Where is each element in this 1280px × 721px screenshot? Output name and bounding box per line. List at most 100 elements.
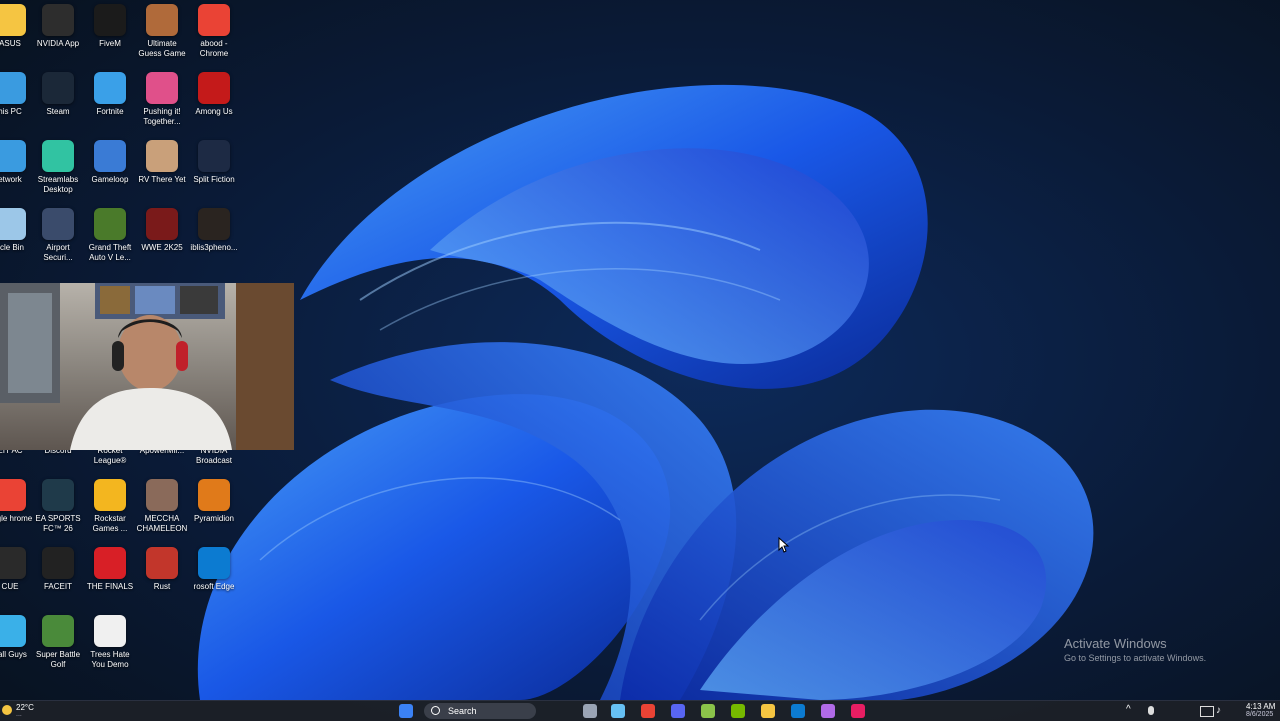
desktop-icon-label: Trees Hate You Demo [90, 650, 130, 669]
rust-icon [146, 547, 178, 579]
desktop-icon-label: Split Fiction [193, 175, 235, 184]
desktop-icon[interactable]: iblis3pheno... [188, 208, 240, 276]
chrome-icon[interactable] [641, 704, 655, 718]
system-tray: ^ ♪ 4:13 AM 8/6/2025 [1120, 701, 1280, 721]
desktop-icon-label: FiveM [99, 39, 121, 48]
rv-there-yet-icon [146, 140, 178, 172]
desktop-icon[interactable]: rosoft Edge [188, 547, 240, 615]
desktop-icon-label: oogle hrome [0, 514, 33, 523]
weather-description: ... [16, 711, 22, 718]
desktop-icon-label: Streamlabs Desktop [37, 175, 79, 194]
desktop-icon-label: THE FINALS [86, 582, 134, 591]
rockstar-icon [94, 479, 126, 511]
clock-time[interactable]: 4:13 AM [1246, 702, 1275, 711]
desktop-icon[interactable]: Fortnite [84, 72, 136, 140]
split-fiction-icon [198, 140, 230, 172]
taskbar: 22°C ... Search ^ ♪ 4:13 AM 8/6/2025 [0, 700, 1280, 721]
desktop-icon[interactable]: Steam [32, 72, 84, 140]
desktop-icon-label: rosoft Edge [193, 582, 235, 591]
airport-security-icon [42, 208, 74, 240]
desktop-icon[interactable]: Pushing it! Together... [136, 72, 188, 140]
desktop-icon-label: Fall Guys [0, 650, 27, 659]
desktop-icon[interactable]: Super Battle Golf [32, 615, 84, 683]
desktop-icon[interactable]: Fall Guys [0, 615, 36, 683]
fivem-icon [94, 4, 126, 36]
desktop-icon-label: CUE [1, 582, 19, 591]
desktop-icon[interactable]: FiveM [84, 4, 136, 72]
watermark-title: Activate Windows [1064, 636, 1167, 651]
file-explorer-icon[interactable] [761, 704, 775, 718]
network-icon[interactable] [1200, 706, 1214, 717]
desktop-icon-label: Pushing it! Together... [143, 107, 181, 126]
activate-windows-watermark: Activate Windows Go to Settings to activ… [1064, 636, 1206, 663]
desktop-icon[interactable]: Trees Hate You Demo [84, 615, 136, 683]
desktop-icon[interactable]: Gameloop [84, 140, 136, 208]
desktop-icon[interactable]: CUE [0, 547, 36, 615]
weather-widget[interactable]: 22°C ... [2, 703, 62, 719]
desktop-icon-label: etwork [0, 175, 22, 184]
desktop-icon[interactable]: Pyramidion [188, 479, 240, 547]
desktop-icon[interactable]: RV There Yet [136, 140, 188, 208]
clock-date[interactable]: 8/6/2025 [1246, 711, 1273, 718]
meccha-chameleon-icon [146, 479, 178, 511]
discord-icon[interactable] [671, 704, 685, 718]
copilot-icon[interactable] [821, 704, 835, 718]
desktop-icon[interactable]: Among Us [188, 72, 240, 140]
desktop-icon[interactable]: ycle Bin [0, 208, 36, 276]
desktop-icon[interactable]: Ultimate Guess Game [136, 4, 188, 72]
desktop-icon[interactable]: etwork [0, 140, 36, 208]
folder-icon [0, 4, 26, 36]
pushing-it-together-icon [146, 72, 178, 104]
desktop-icon[interactable]: Airport Securi... [32, 208, 84, 276]
watermark-subtitle: Go to Settings to activate Windows. [1064, 653, 1207, 663]
nvidia-icon [42, 4, 74, 36]
desktop-icon-label: MECCHA CHAMELEON [136, 514, 188, 533]
start-icon[interactable] [399, 704, 413, 718]
microphone-icon[interactable] [1148, 706, 1154, 715]
steam-icon [42, 72, 74, 104]
desktop-icon[interactable]: abood - Chrome [188, 4, 240, 72]
desktop-icon[interactable]: Grand Theft Auto V Le... [84, 208, 136, 276]
gta-v-icon [94, 208, 126, 240]
volume-icon[interactable]: ♪ [1216, 705, 1221, 716]
desktop-icon[interactable]: oogle hrome [0, 479, 36, 547]
xbox-icon[interactable] [701, 704, 715, 718]
this-pc-icon [0, 72, 26, 104]
among-us-icon [198, 72, 230, 104]
nvidia-icon[interactable] [731, 704, 745, 718]
desktop-icon-label: his PC [0, 107, 22, 116]
trees-hate-you-icon [94, 615, 126, 647]
desktop-icon[interactable]: NVIDIA App [32, 4, 84, 72]
fortnite-icon [94, 72, 126, 104]
icue-icon [0, 547, 26, 579]
desktop-icon-label: Steam [46, 107, 70, 116]
desktop-icon-label: ycle Bin [0, 243, 24, 252]
desktop-icon-label: Gameloop [91, 175, 129, 184]
desktop-icon-label: Among Us [195, 107, 233, 116]
desktop-icon[interactable]: WWE 2K25 [136, 208, 188, 276]
the-finals-icon [94, 547, 126, 579]
desktop-icon[interactable]: Streamlabs Desktop [32, 140, 84, 208]
super-battle-golf-icon [42, 615, 74, 647]
network-icon [0, 140, 26, 172]
search-box[interactable]: Search [424, 703, 536, 719]
desktop-icon[interactable]: Split Fiction [188, 140, 240, 208]
desktop-icon[interactable]: Rust [136, 547, 188, 615]
desktop-icon-label: WWE 2K25 [141, 243, 183, 252]
desktop-icon[interactable]: Rockstar Games ... [84, 479, 136, 547]
desktop-icon[interactable]: ASUS [0, 4, 36, 72]
desktop-icon[interactable]: FACEIT [32, 547, 84, 615]
search-icon [431, 706, 440, 715]
desktop-icon[interactable]: EA SPORTS FC™ 26 [32, 479, 84, 547]
desktop-icon[interactable]: THE FINALS [84, 547, 136, 615]
store-icon[interactable] [851, 704, 865, 718]
desktop-icon[interactable]: MECCHA CHAMELEON [136, 479, 188, 547]
steam-icon[interactable] [611, 704, 625, 718]
chevron-up-icon[interactable]: ^ [1126, 704, 1131, 715]
desktop-icon-label: Fortnite [96, 107, 124, 116]
edge-icon[interactable] [791, 704, 805, 718]
desktop-icon-label: Pyramidion [193, 514, 234, 523]
task-view-icon[interactable] [583, 704, 597, 718]
desktop-icon-label: RV There Yet [138, 175, 186, 184]
desktop-icon[interactable]: his PC [0, 72, 36, 140]
